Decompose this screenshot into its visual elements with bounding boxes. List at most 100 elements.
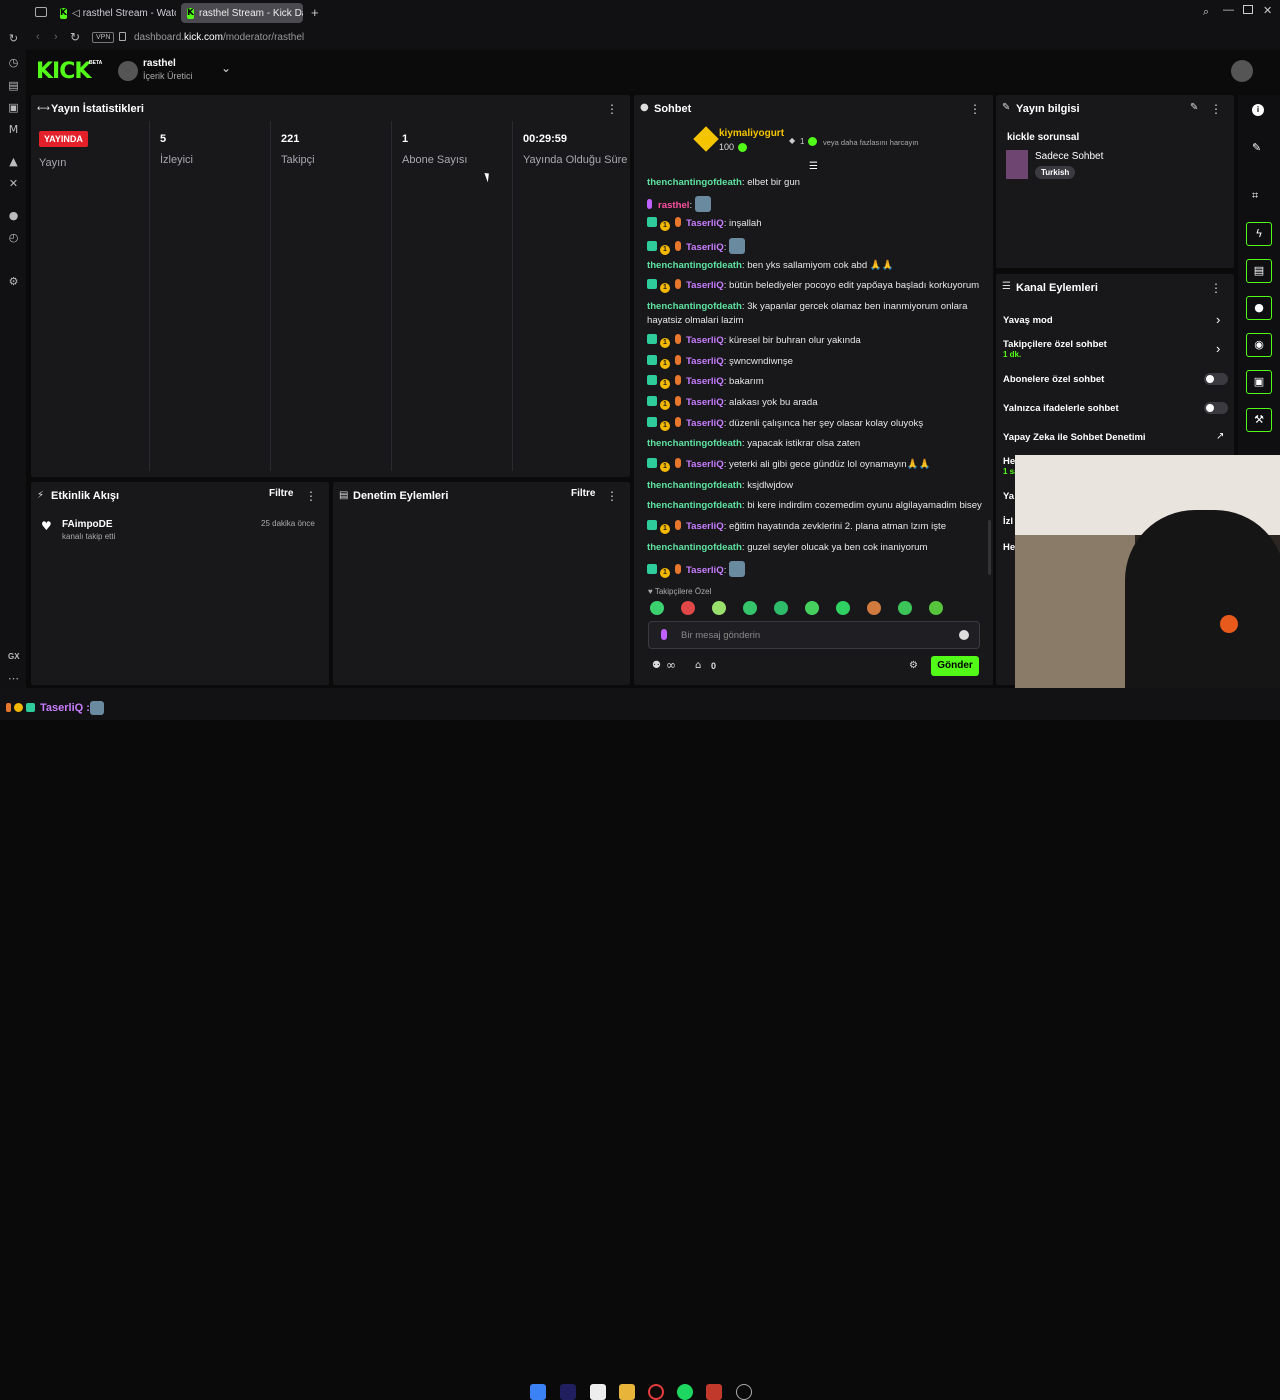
more-vertical-icon[interactable]: ⋮ bbox=[606, 489, 618, 503]
more-vertical-icon[interactable]: ⋮ bbox=[969, 102, 981, 116]
kick-logo[interactable]: KICK bbox=[36, 59, 91, 84]
edit-icon[interactable]: ✎ bbox=[1190, 102, 1198, 113]
capture-icon[interactable]: ⌗ bbox=[1252, 189, 1258, 203]
chevron-right-icon[interactable]: › bbox=[1216, 341, 1220, 356]
chat-username[interactable]: thenchantingofdeath bbox=[647, 260, 742, 271]
capcut-icon[interactable] bbox=[590, 1384, 606, 1400]
bag-icon[interactable]: ▤ bbox=[7, 79, 20, 92]
chat-username[interactable]: TaserliQ bbox=[686, 280, 724, 291]
emote-icon[interactable] bbox=[836, 601, 850, 615]
chat-username[interactable]: TaserliQ bbox=[686, 335, 724, 346]
edit-icon[interactable]: ✎ bbox=[1252, 141, 1261, 154]
obs-icon[interactable] bbox=[736, 1384, 752, 1400]
mod-filter-button[interactable]: Filtre bbox=[571, 488, 595, 499]
send-button[interactable]: Gönder bbox=[931, 656, 979, 676]
chat-username[interactable]: thenchantingofdeath bbox=[647, 500, 742, 511]
spotify-icon[interactable] bbox=[677, 1384, 693, 1400]
document-tool-button[interactable]: ▤ bbox=[1246, 259, 1272, 283]
search-icon[interactable]: ⌕ bbox=[1203, 5, 1209, 19]
user-avatar[interactable] bbox=[1231, 60, 1253, 82]
history-icon[interactable]: ◷ bbox=[7, 56, 20, 69]
chat-input[interactable]: Bir mesaj gönderin bbox=[648, 621, 980, 649]
activity-filter-button[interactable]: Filtre bbox=[269, 488, 293, 499]
maximize-icon[interactable] bbox=[1243, 5, 1253, 14]
chat-username[interactable]: TaserliQ bbox=[686, 242, 724, 253]
store-icon[interactable]: ⌂ bbox=[695, 660, 701, 671]
chevron-down-icon[interactable]: ⌄ bbox=[221, 61, 231, 75]
chat-username[interactable]: rasthel bbox=[658, 200, 689, 211]
gx-label[interactable]: GX bbox=[8, 652, 20, 661]
info-icon[interactable]: i bbox=[1252, 104, 1264, 116]
more-vertical-icon[interactable]: ⋮ bbox=[1210, 281, 1222, 295]
chat-username[interactable]: thenchantingofdeath bbox=[647, 438, 742, 449]
opera-gx-icon[interactable] bbox=[648, 1384, 664, 1400]
reload-icon[interactable]: ↻ bbox=[7, 32, 20, 45]
emote-icon[interactable] bbox=[867, 601, 881, 615]
vpn-badge[interactable]: VPN bbox=[92, 32, 115, 43]
minimize-icon[interactable]: — bbox=[1223, 4, 1234, 16]
more-vertical-icon[interactable]: ⋮ bbox=[1210, 102, 1222, 116]
activity-user[interactable]: FAimpoDE bbox=[62, 519, 113, 530]
slow-mode-label[interactable]: Yavaş mod bbox=[1003, 315, 1053, 326]
pinned-user[interactable]: kiymaliyogurt bbox=[719, 128, 784, 139]
chat-username[interactable]: TaserliQ bbox=[686, 376, 724, 387]
external-link-icon[interactable]: ↗ bbox=[1216, 431, 1224, 442]
folder-icon[interactable] bbox=[619, 1384, 635, 1400]
twitch-icon[interactable]: ▣ bbox=[7, 101, 20, 114]
emote-icon[interactable] bbox=[929, 601, 943, 615]
messenger-icon[interactable]: M bbox=[7, 123, 20, 136]
chat-username[interactable]: thenchantingofdeath bbox=[647, 480, 742, 491]
chat-username[interactable]: TaserliQ bbox=[686, 218, 724, 229]
category-thumbnail[interactable] bbox=[1006, 150, 1028, 179]
premiere-icon[interactable] bbox=[560, 1384, 576, 1400]
more-vertical-icon[interactable]: ⋮ bbox=[305, 489, 317, 503]
chat-username[interactable]: TaserliQ bbox=[686, 521, 724, 532]
emote-icon[interactable] bbox=[743, 601, 757, 615]
chat-username[interactable]: TaserliQ bbox=[686, 418, 724, 429]
forward-icon[interactable]: › bbox=[54, 31, 58, 43]
chat-username[interactable]: thenchantingofdeath bbox=[647, 542, 742, 553]
scroll-down-icon[interactable]: ☰ bbox=[809, 161, 818, 172]
save-tool-button[interactable]: ▣ bbox=[1246, 370, 1272, 394]
category-name[interactable]: Sadece Sohbet bbox=[1035, 151, 1103, 162]
chat-username[interactable]: TaserliQ bbox=[686, 397, 724, 408]
new-tab-icon[interactable]: + bbox=[311, 5, 319, 20]
close-icon[interactable]: ✕ bbox=[1263, 4, 1272, 17]
chat-username[interactable]: thenchantingofdeath bbox=[647, 301, 742, 312]
music-icon[interactable]: ● bbox=[7, 209, 20, 222]
chat-username[interactable]: TaserliQ bbox=[686, 356, 724, 367]
chevron-right-icon[interactable]: › bbox=[1216, 312, 1220, 327]
emote-icon[interactable] bbox=[681, 601, 695, 615]
tab-menu-icon[interactable] bbox=[35, 7, 47, 17]
more-icon[interactable]: ⋯ bbox=[7, 672, 20, 685]
channel-name[interactable]: rasthel bbox=[143, 58, 176, 69]
emote-icon[interactable] bbox=[712, 601, 726, 615]
settings-icon[interactable]: ⚙ bbox=[7, 275, 20, 288]
windows-start-icon[interactable] bbox=[530, 1384, 546, 1400]
back-icon[interactable]: ‹ bbox=[36, 31, 40, 43]
emote-icon[interactable] bbox=[898, 601, 912, 615]
chat-tool-button[interactable]: ● bbox=[1246, 296, 1272, 320]
emotes-only-toggle[interactable] bbox=[1204, 402, 1228, 414]
emote-icon[interactable] bbox=[650, 601, 664, 615]
url-field[interactable]: dashboard.kick.com/moderator/rasthel bbox=[134, 32, 304, 43]
chat-username[interactable]: TaserliQ bbox=[686, 565, 724, 576]
broadcast-tool-button[interactable]: ◉ bbox=[1246, 333, 1272, 357]
refresh-icon[interactable]: ↻ bbox=[70, 30, 80, 44]
followers-only-chat-label[interactable]: Takipçilere özel sohbet bbox=[1003, 339, 1107, 350]
more-vertical-icon[interactable]: ⋮ bbox=[606, 102, 618, 116]
channel-avatar[interactable] bbox=[118, 61, 138, 81]
app-icon[interactable] bbox=[706, 1384, 722, 1400]
users-icon[interactable]: ⚉ bbox=[652, 660, 661, 671]
wrench-tool-button[interactable]: ⚒ bbox=[1246, 408, 1272, 432]
clock-icon[interactable]: ◴ bbox=[7, 231, 20, 244]
emote-icon[interactable] bbox=[774, 601, 788, 615]
chat-username[interactable]: TaserliQ bbox=[686, 459, 724, 470]
emoji-icon[interactable] bbox=[959, 630, 969, 640]
kick-sidebar-icon[interactable]: ▲ bbox=[7, 155, 20, 168]
subscribers-only-toggle[interactable] bbox=[1204, 373, 1228, 385]
x-icon[interactable]: ✕ bbox=[7, 177, 20, 190]
tab-stream[interactable]: K ◁ rasthel Stream - Watc bbox=[54, 3, 176, 23]
ai-moderation-label[interactable]: Yapay Zeka ile Sohbet Denetimi bbox=[1003, 432, 1146, 443]
chat-scrollbar[interactable] bbox=[988, 520, 991, 575]
